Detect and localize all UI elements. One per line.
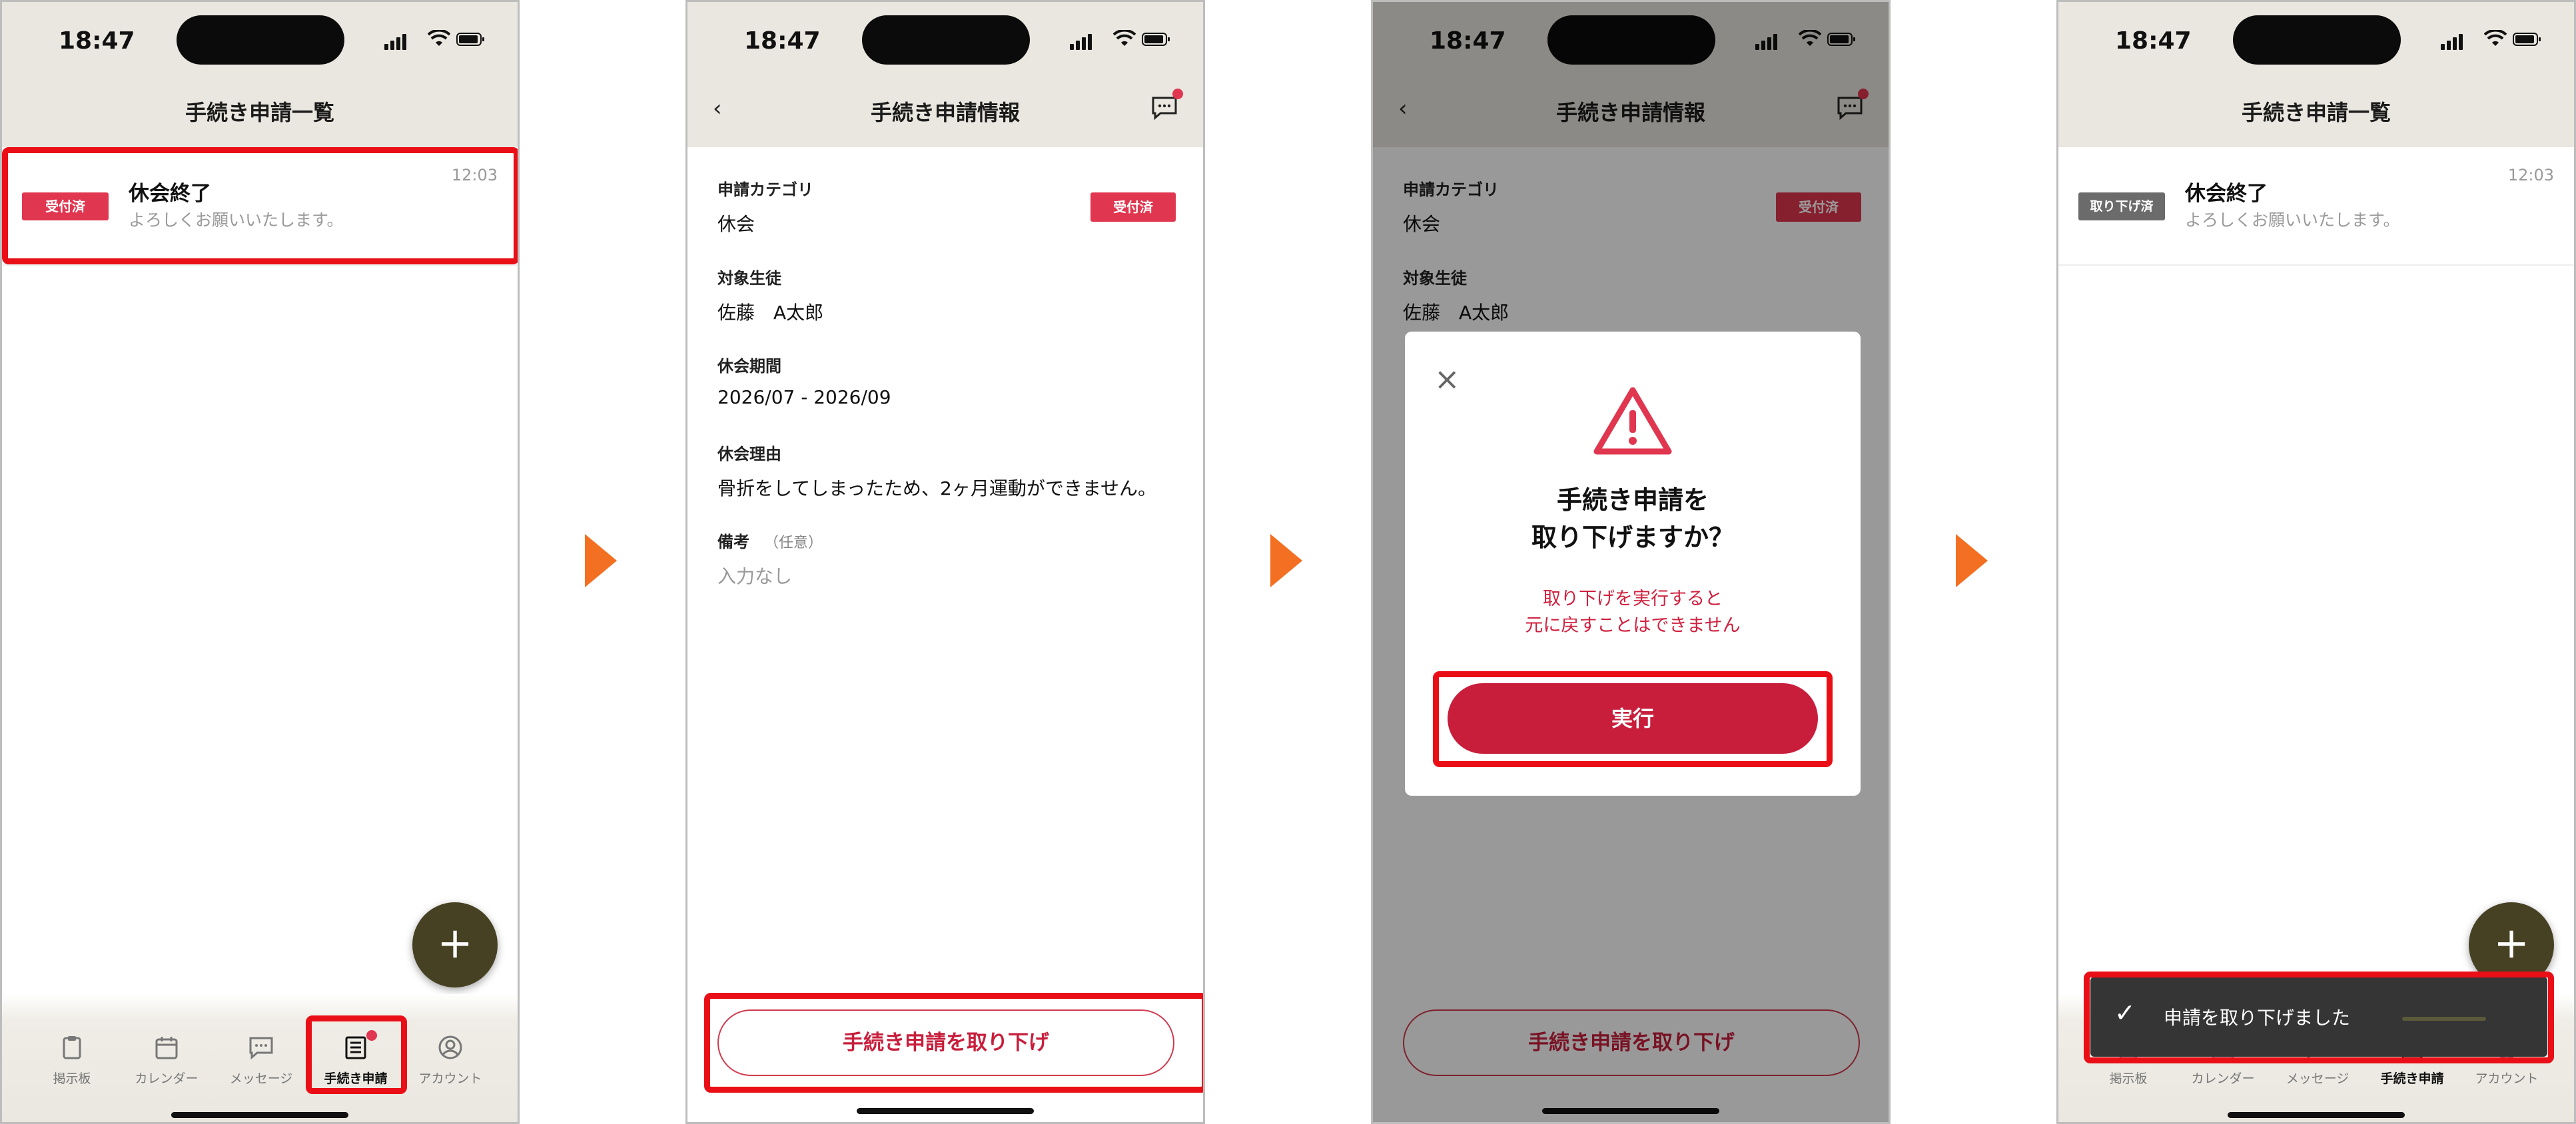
field-label: 対象生徒	[717, 269, 781, 288]
dialog-title: 手続き申請を 取り下げますか？	[1405, 481, 1861, 556]
highlight-box	[2084, 972, 2554, 1063]
field-value: 休会	[717, 213, 755, 235]
tab-label: 掲示板	[2109, 1071, 2148, 1086]
notification-dot	[1172, 89, 1183, 99]
field-value: 骨折をしてしまったため、2ヶ月運動ができません。	[717, 477, 1157, 499]
tab-label: カレンダー	[2191, 1071, 2255, 1086]
battery-icon	[456, 33, 484, 46]
phone-screen-withdraw-confirm: 18:47 ‹ 手続き申請情報 申請カテゴリ 休会 受付済 対象生徒 佐藤 A太…	[1371, 0, 1891, 1124]
tab-message[interactable]: メッセージ	[215, 1034, 308, 1087]
status-time: 18:47	[59, 27, 135, 55]
page-title: 手続き申請一覧	[2241, 100, 2391, 125]
wifi-icon	[428, 30, 450, 46]
phone-screen-application-detail: 18:47 ‹ 手続き申請情報 申請カテゴリ 休会 受付済 対象生徒 佐藤 A太…	[685, 0, 1205, 1124]
status-time: 18:47	[2115, 27, 2192, 55]
dynamic-island	[862, 15, 1030, 65]
page-title: 手続き申請情報	[870, 100, 1020, 125]
phone-screen-application-list: 18:47 手続き申請一覧 受付済 休会終了 よろしくお願いいたします。 12:…	[0, 0, 520, 1124]
home-indicator	[2228, 1112, 2405, 1118]
tab-bulletin[interactable]: 掲示板	[25, 1034, 119, 1087]
status-badge: 受付済	[1090, 192, 1176, 222]
flow-arrow-icon	[1270, 534, 1302, 587]
field-label-remarks: 備考 （任意）	[717, 529, 823, 552]
tab-label: 手続き申請	[2380, 1071, 2444, 1086]
item-title: 休会終了	[2185, 182, 2268, 206]
optional-tag: （任意）	[764, 535, 823, 551]
flow-arrow-icon	[1956, 534, 1988, 587]
home-indicator	[171, 1112, 348, 1118]
tab-label: メッセージ	[2286, 1071, 2350, 1086]
field-value: 2026/07 - 2026/09	[717, 386, 891, 408]
dialog-title-line: 手続き申請を	[1556, 485, 1709, 515]
highlight-box	[704, 993, 1203, 1093]
battery-icon	[1142, 33, 1170, 46]
highlight-box	[1433, 671, 1833, 767]
phone-screen-application-list-withdrawn: 18:47 手続き申請一覧 取り下げ済 休会終了 よろしくお願いいたします。 1…	[2056, 0, 2576, 1124]
page-title: 手続き申請一覧	[185, 100, 334, 125]
header: 18:47 ‹ 手続き申請情報	[687, 2, 1203, 147]
calendar-icon	[155, 1037, 178, 1059]
field-label: 備考	[717, 533, 749, 551]
field-label: 休会理由	[717, 445, 781, 463]
wifi-icon	[1113, 30, 1136, 46]
status-icons	[384, 30, 484, 50]
tab-label: アカウント	[418, 1071, 482, 1086]
status-time: 18:47	[744, 27, 821, 55]
flow-arrow-icon	[585, 534, 617, 587]
dialog-title-line: 取り下げますか？	[1531, 523, 1734, 552]
status-icons	[2441, 30, 2541, 50]
field-label: 休会期間	[717, 357, 781, 376]
warning-icon	[1593, 387, 1672, 455]
confirm-dialog: × 手続き申請を 取り下げますか？ 取り下げを実行すると 元に戻すことはできませ…	[1405, 332, 1861, 796]
account-icon	[438, 1035, 462, 1059]
tab-label: メッセージ	[229, 1071, 293, 1086]
clipboard-icon	[63, 1036, 81, 1059]
tab-account[interactable]: アカウント	[404, 1034, 497, 1087]
field-value: 入力なし	[717, 565, 793, 587]
highlight-box	[2, 147, 518, 264]
tab-label: 掲示板	[53, 1071, 91, 1086]
tab-calendar[interactable]: カレンダー	[120, 1034, 213, 1087]
dialog-warning-line: 元に戻すことはできません	[1525, 615, 1741, 636]
message-icon	[249, 1037, 273, 1060]
item-subtitle: よろしくお願いいたします。	[2185, 210, 2400, 230]
field-label: 申請カテゴリ	[717, 180, 813, 199]
item-time: 12:03	[2507, 166, 2554, 184]
battery-icon	[2513, 33, 2541, 46]
highlight-box	[306, 1015, 407, 1094]
tab-label: カレンダー	[135, 1071, 199, 1086]
dialog-warning: 取り下げを実行すると 元に戻すことはできません	[1405, 586, 1861, 639]
dialog-warning-line: 取り下げを実行すると	[1543, 589, 1723, 609]
wifi-icon	[2484, 30, 2507, 46]
close-icon[interactable]: ×	[1434, 364, 1460, 394]
field-value: 佐藤 A太郎	[717, 302, 824, 324]
header: 18:47 手続き申請一覧	[2058, 2, 2574, 147]
chat-icon[interactable]	[1151, 89, 1183, 121]
list-item[interactable]: 取り下げ済 休会終了 よろしくお願いいたします。 12:03	[2058, 147, 2574, 266]
tab-bar: 掲示板 カレンダー メッセージ 手続き申請 アカウント	[2, 994, 518, 1122]
status-icons	[1070, 30, 1170, 50]
dynamic-island	[177, 15, 344, 65]
tab-label: アカウント	[2475, 1071, 2539, 1086]
add-button[interactable]: +	[412, 902, 498, 987]
status-badge: 取り下げ済	[2078, 192, 2165, 220]
dynamic-island	[2233, 15, 2401, 65]
header: 18:47 手続き申請一覧	[2, 2, 518, 147]
home-indicator	[857, 1108, 1034, 1114]
